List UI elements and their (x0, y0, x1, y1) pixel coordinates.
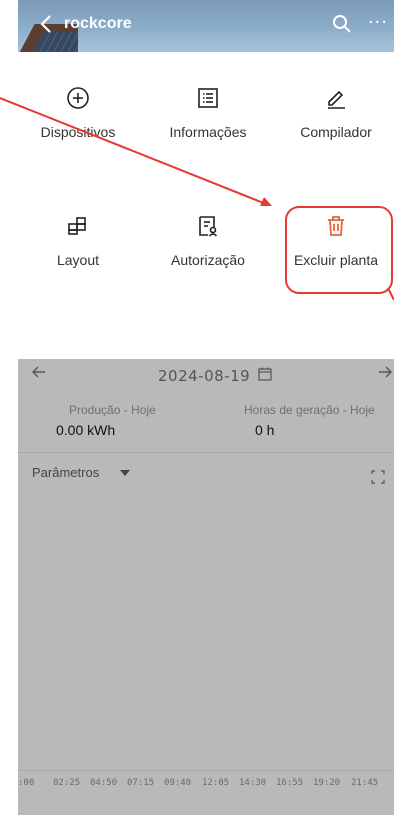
app-screen: rockcore ··· Dispositivos Informações Co… (18, 0, 394, 815)
x-tick: 19:20 (313, 778, 341, 788)
menu-item-autorizacao[interactable]: Autorização (148, 180, 268, 270)
chart-x-axis (18, 770, 394, 771)
prev-day-button[interactable] (32, 364, 46, 383)
generation-hours-label: Horas de geração - Hoje (244, 403, 375, 417)
search-button[interactable] (332, 14, 352, 34)
next-day-button[interactable] (378, 364, 392, 383)
plant-title: rockcore (64, 15, 132, 32)
x-tick: 02:25 (53, 778, 81, 788)
chart-x-ticks: :00 02:25 04:50 07:15 09:40 12:05 14:30 … (18, 778, 394, 792)
app-header: rockcore ··· (18, 0, 394, 52)
menu-item-layout[interactable]: Layout (18, 180, 138, 270)
generation-hours-value: 0 h (255, 422, 275, 438)
x-tick: 04:50 (90, 778, 118, 788)
divider (18, 452, 394, 453)
date-bar: 2024-08-19 (18, 360, 394, 392)
menu-item-label: Informações (169, 124, 247, 140)
expand-icon[interactable] (371, 470, 385, 484)
menu-item-compilador[interactable]: Compilador (276, 52, 394, 142)
menu-item-label: Dispositivos (40, 124, 116, 140)
menu-item-label: Autorização (171, 252, 245, 268)
x-tick: 14:30 (239, 778, 267, 788)
caret-down-icon[interactable] (120, 470, 130, 476)
daily-stats: Produção - Hoje 0.00 kWh Horas de geraçã… (18, 400, 394, 448)
grid-layout-icon (68, 217, 86, 235)
chevron-left-icon (40, 15, 51, 33)
more-button[interactable]: ··· (368, 14, 388, 32)
production-label: Produção - Hoje (69, 403, 156, 417)
menu-item-label: Layout (56, 252, 100, 268)
back-button[interactable] (40, 14, 52, 34)
action-menu: Dispositivos Informações Compilador Layo… (18, 52, 394, 359)
production-value: 0.00 kWh (56, 422, 116, 438)
arrow-left-icon (32, 366, 45, 378)
date-label[interactable]: 2024-08-19 (158, 367, 250, 385)
params-dropdown[interactable]: Parâmetros (32, 465, 99, 480)
menu-item-informacoes[interactable]: Informações (148, 52, 268, 142)
plus-circle-icon (67, 87, 89, 109)
x-tick: 07:15 (127, 778, 155, 788)
calendar-icon[interactable] (258, 367, 272, 381)
search-icon (333, 15, 351, 33)
pencil-icon (328, 90, 345, 109)
menu-item-dispositivos[interactable]: Dispositivos (18, 52, 138, 142)
authorization-icon (199, 216, 218, 237)
x-tick: :00 (18, 778, 35, 788)
list-icon (198, 88, 218, 108)
arrow-right-icon (379, 366, 392, 378)
x-tick: 12:05 (202, 778, 230, 788)
x-tick: 09:40 (164, 778, 192, 788)
highlight-box (285, 206, 393, 294)
x-tick: 21:45 (351, 778, 379, 788)
x-tick: 16:55 (276, 778, 304, 788)
menu-item-label: Compilador (300, 124, 372, 140)
